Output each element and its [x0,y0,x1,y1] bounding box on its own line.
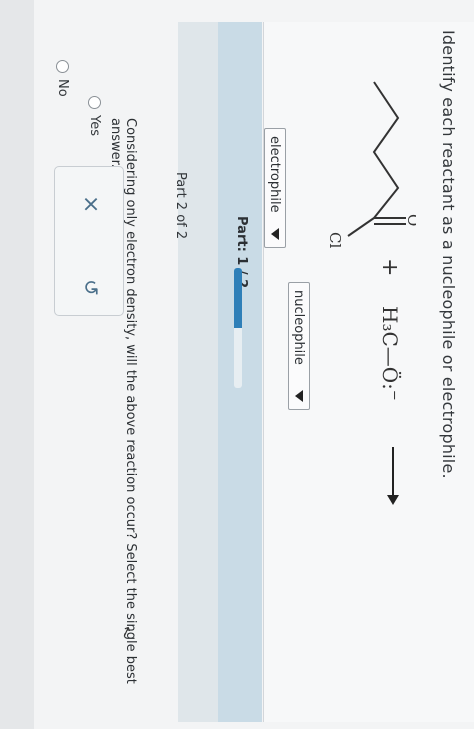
tutor-screen: Identify each reactant as a nucleophile … [0,0,474,729]
x-icon[interactable]: × [78,195,103,213]
radio-no[interactable] [56,60,69,73]
page-bottom [0,0,34,729]
question-prompt: Identify each reactant as a nucleophile … [439,30,458,479]
part2-label: Part 2 of 2 [173,172,188,240]
undo-icon[interactable]: ↺ [79,279,103,296]
negative-charge: − [386,389,402,401]
reaction-arrow-icon [387,447,399,505]
chlorine-label: Cl [326,232,344,248]
methoxide-formula: H₃C—Ö:− [378,306,402,401]
reactant2-role-dropdown[interactable]: nucleophile [288,282,310,410]
progress-fill [234,268,242,328]
reactant1-role-dropdown[interactable]: electrophile [264,128,286,248]
option-no[interactable]: No [55,60,70,97]
part2-header [178,22,218,722]
option-yes[interactable]: Yes [87,96,102,136]
option-yes-label: Yes [87,115,102,136]
acyl-chloride-structure: O Cl [326,81,416,248]
reactant2-role-value: nucleophile [291,290,307,365]
plus-sign: + [377,258,402,277]
dropdown-caret-icon [295,390,303,402]
reactant1-role-value: electrophile [267,136,283,213]
radio-yes[interactable] [88,96,101,109]
methoxide-text: H₃C—Ö: [378,306,402,390]
dropdown-caret-icon [271,228,279,240]
carbonyl-oxygen-label: O [404,214,416,226]
option-no-label: No [55,79,70,97]
progress-track [234,268,242,388]
